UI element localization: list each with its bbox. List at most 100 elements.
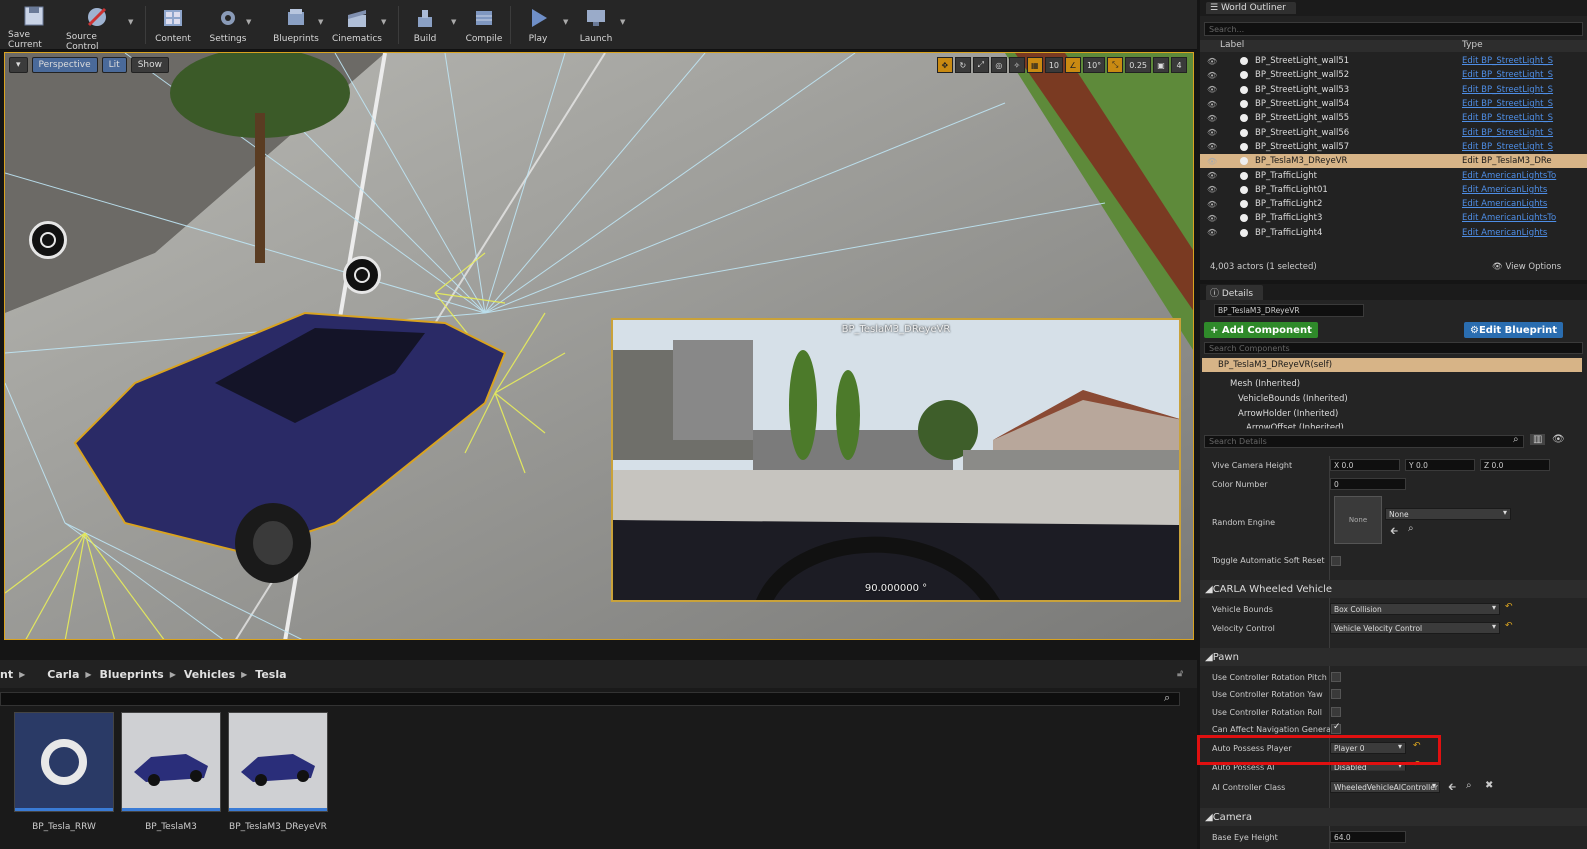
- toggle-soft-reset-checkbox[interactable]: [1331, 556, 1341, 566]
- transform-gizmo-icon[interactable]: [29, 221, 67, 259]
- property-matrix-icon[interactable]: ▥: [1530, 434, 1546, 445]
- component-item[interactable]: Mesh (Inherited): [1230, 379, 1300, 389]
- breadcrumb-item[interactable]: Vehicles: [184, 668, 235, 681]
- outliner-row[interactable]: 👁︎ BP_StreetLight_wall57 Edit BP_StreetLig…: [1200, 140, 1587, 154]
- outliner-row-type-link[interactable]: Edit BP_StreetLight_S: [1462, 128, 1553, 138]
- outliner-row-type-link[interactable]: Edit BP_StreetLight_S: [1462, 70, 1553, 80]
- surface-snap-icon[interactable]: ✧: [1008, 57, 1025, 73]
- velocity-control-dropdown[interactable]: Vehicle Velocity Control: [1330, 622, 1500, 634]
- outliner-row-type-link[interactable]: Edit BP_StreetLight_S: [1462, 56, 1553, 66]
- blueprints-dropdown-icon[interactable]: ▼: [318, 18, 323, 26]
- source-control-button[interactable]: Source Control: [66, 2, 128, 52]
- actor-name-field[interactable]: BP_TeslaM3_DReyeVR: [1214, 304, 1364, 317]
- outliner-row[interactable]: 👁︎ BP_TrafficLight3 Edit AmericanLightsTo: [1200, 211, 1587, 225]
- level-viewport[interactable]: ▾ Perspective Lit Show ✥ ↻ ⤢ ◎ ✧ ▦ 10 ∠ …: [4, 52, 1194, 640]
- visibility-eye-icon[interactable]: 👁︎: [1207, 128, 1217, 137]
- outliner-row-type-link[interactable]: Edit BP_StreetLight_S: [1462, 113, 1553, 123]
- use-controller-rotation-roll-checkbox[interactable]: [1331, 707, 1341, 717]
- use-selected-icon[interactable]: 🡰: [1390, 524, 1398, 541]
- edit-blueprint-button[interactable]: ⚙ Edit Blueprint: [1464, 322, 1564, 338]
- breadcrumb-item[interactable]: Blueprints: [100, 668, 164, 681]
- outliner-row[interactable]: 👁︎ BP_StreetLight_wall56 Edit BP_StreetLig…: [1200, 125, 1587, 139]
- outliner-row-type-link[interactable]: Edit BP_TeslaM3_DRe: [1462, 156, 1552, 166]
- pawn-section[interactable]: ◢ Pawn: [1200, 648, 1587, 666]
- camera-actor-icon[interactable]: [343, 256, 381, 294]
- scale-snap-value[interactable]: 0.25: [1125, 57, 1151, 73]
- component-item[interactable]: VehicleBounds (Inherited): [1238, 394, 1348, 404]
- outliner-row-type-link[interactable]: Edit BP_StreetLight_S: [1462, 99, 1553, 109]
- world-icon[interactable]: ◎: [990, 57, 1007, 73]
- rotate-icon[interactable]: ↻: [954, 57, 971, 73]
- perspective-button[interactable]: Perspective: [31, 57, 98, 73]
- browse-icon[interactable]: ⌕: [1466, 780, 1472, 791]
- outliner-row[interactable]: 👁︎ BP_StreetLight_wall51 Edit BP_StreetLig…: [1200, 54, 1587, 68]
- visibility-eye-icon[interactable]: 👁︎: [1207, 142, 1217, 151]
- tab-world-outliner[interactable]: ☰ World Outliner: [1206, 2, 1296, 14]
- view-options-button[interactable]: 👁︎ View Options: [1492, 262, 1561, 272]
- vive-camera-height-x[interactable]: X 0.0: [1330, 459, 1400, 471]
- visibility-eye-icon[interactable]: 👁︎: [1207, 200, 1217, 209]
- cinematics-dropdown-icon[interactable]: ▼: [381, 18, 386, 26]
- base-eye-height-field[interactable]: 64.0: [1330, 831, 1406, 843]
- breadcrumb-item[interactable]: nt: [0, 668, 13, 681]
- visibility-eye-icon[interactable]: 👁︎: [1207, 171, 1217, 180]
- build-dropdown-icon[interactable]: ▼: [451, 18, 456, 26]
- use-selected-icon[interactable]: 🡰: [1448, 780, 1456, 797]
- tab-details[interactable]: ⓘ Details: [1206, 284, 1264, 300]
- camera-speed-icon[interactable]: ▣: [1153, 57, 1169, 73]
- launch-button[interactable]: Launch: [575, 2, 617, 48]
- grid-snap-value[interactable]: 10: [1044, 57, 1063, 73]
- vive-camera-height-z[interactable]: Z 0.0: [1480, 459, 1550, 471]
- visibility-eye-icon[interactable]: 👁︎: [1207, 100, 1217, 109]
- settings-button[interactable]: Settings: [207, 2, 249, 48]
- component-item[interactable]: ArrowOffset (Inherited): [1246, 423, 1344, 429]
- visibility-eye-icon[interactable]: 👁︎: [1207, 57, 1217, 66]
- translate-icon[interactable]: ✥: [936, 57, 953, 73]
- rotation-snap-value[interactable]: 10°: [1083, 57, 1106, 73]
- vehicle-bounds-dropdown[interactable]: Box Collision: [1330, 603, 1500, 615]
- component-self-row[interactable]: BP_TeslaM3_DReyeVR(self): [1202, 358, 1582, 372]
- reset-icon[interactable]: ↶: [1505, 602, 1513, 612]
- compile-button[interactable]: Compile: [464, 2, 504, 48]
- asset-tile[interactable]: [228, 712, 328, 812]
- use-controller-rotation-pitch-checkbox[interactable]: [1331, 672, 1341, 682]
- outliner-row-type-link[interactable]: Edit AmericanLights: [1462, 228, 1547, 238]
- asset-search-input[interactable]: [0, 692, 1180, 706]
- launch-dropdown-icon[interactable]: ▼: [620, 18, 625, 26]
- label-column-header[interactable]: Label: [1220, 40, 1244, 50]
- lock-icon[interactable]: 🔓︎: [1177, 669, 1183, 679]
- play-button[interactable]: Play: [518, 2, 558, 48]
- carla-wheeled-vehicle-section[interactable]: ◢ CARLA Wheeled Vehicle: [1200, 580, 1587, 598]
- visibility-eye-icon[interactable]: 👁︎: [1207, 185, 1217, 194]
- outliner-row-type-link[interactable]: Edit AmericanLights: [1462, 185, 1547, 195]
- outliner-row[interactable]: 👁︎ BP_StreetLight_wall53 Edit BP_StreetLig…: [1200, 83, 1587, 97]
- viewport-options-button[interactable]: ▾: [9, 57, 28, 73]
- asset-tile[interactable]: [121, 712, 221, 812]
- ai-controller-class-dropdown[interactable]: WheeledVehicleAIController: [1330, 781, 1440, 793]
- grid-snap-icon[interactable]: ▦: [1026, 57, 1043, 73]
- build-button[interactable]: Build: [405, 2, 445, 48]
- visibility-eye-icon[interactable]: 👁︎: [1207, 228, 1217, 237]
- outliner-search-input[interactable]: Search...: [1204, 22, 1583, 36]
- can-affect-navigation-checkbox[interactable]: [1331, 722, 1341, 734]
- outliner-row[interactable]: 👁︎ BP_TrafficLight4 Edit AmericanLights: [1200, 226, 1587, 240]
- visibility-eye-icon[interactable]: 👁︎: [1207, 214, 1217, 223]
- outliner-row-type-link[interactable]: Edit AmericanLights: [1462, 199, 1547, 209]
- use-controller-rotation-yaw-checkbox[interactable]: [1331, 689, 1341, 699]
- type-column-header[interactable]: Type: [1462, 40, 1483, 50]
- camera-section[interactable]: ◢ Camera: [1200, 808, 1587, 826]
- outliner-row[interactable]: 👁︎ BP_TrafficLight Edit AmericanLightsTo: [1200, 168, 1587, 182]
- visibility-eye-icon[interactable]: 👁︎: [1207, 114, 1217, 123]
- lit-button[interactable]: Lit: [101, 57, 127, 73]
- clear-icon[interactable]: ✖: [1485, 780, 1493, 791]
- eye-icon[interactable]: 👁︎: [1552, 434, 1565, 445]
- component-item[interactable]: ArrowHolder (Inherited): [1238, 409, 1338, 419]
- search-components-input[interactable]: Search Components: [1204, 342, 1583, 354]
- breadcrumb-item[interactable]: Tesla: [255, 668, 286, 681]
- outliner-row[interactable]: 👁︎ BP_TrafficLight2 Edit AmericanLights: [1200, 197, 1587, 211]
- vive-camera-height-y[interactable]: Y 0.0: [1405, 459, 1475, 471]
- random-engine-dropdown[interactable]: None: [1385, 508, 1511, 520]
- outliner-row[interactable]: 👁︎ BP_StreetLight_wall54 Edit BP_StreetLig…: [1200, 97, 1587, 111]
- add-component-button[interactable]: + Add Component: [1204, 322, 1318, 338]
- blueprints-button[interactable]: Blueprints: [272, 2, 320, 48]
